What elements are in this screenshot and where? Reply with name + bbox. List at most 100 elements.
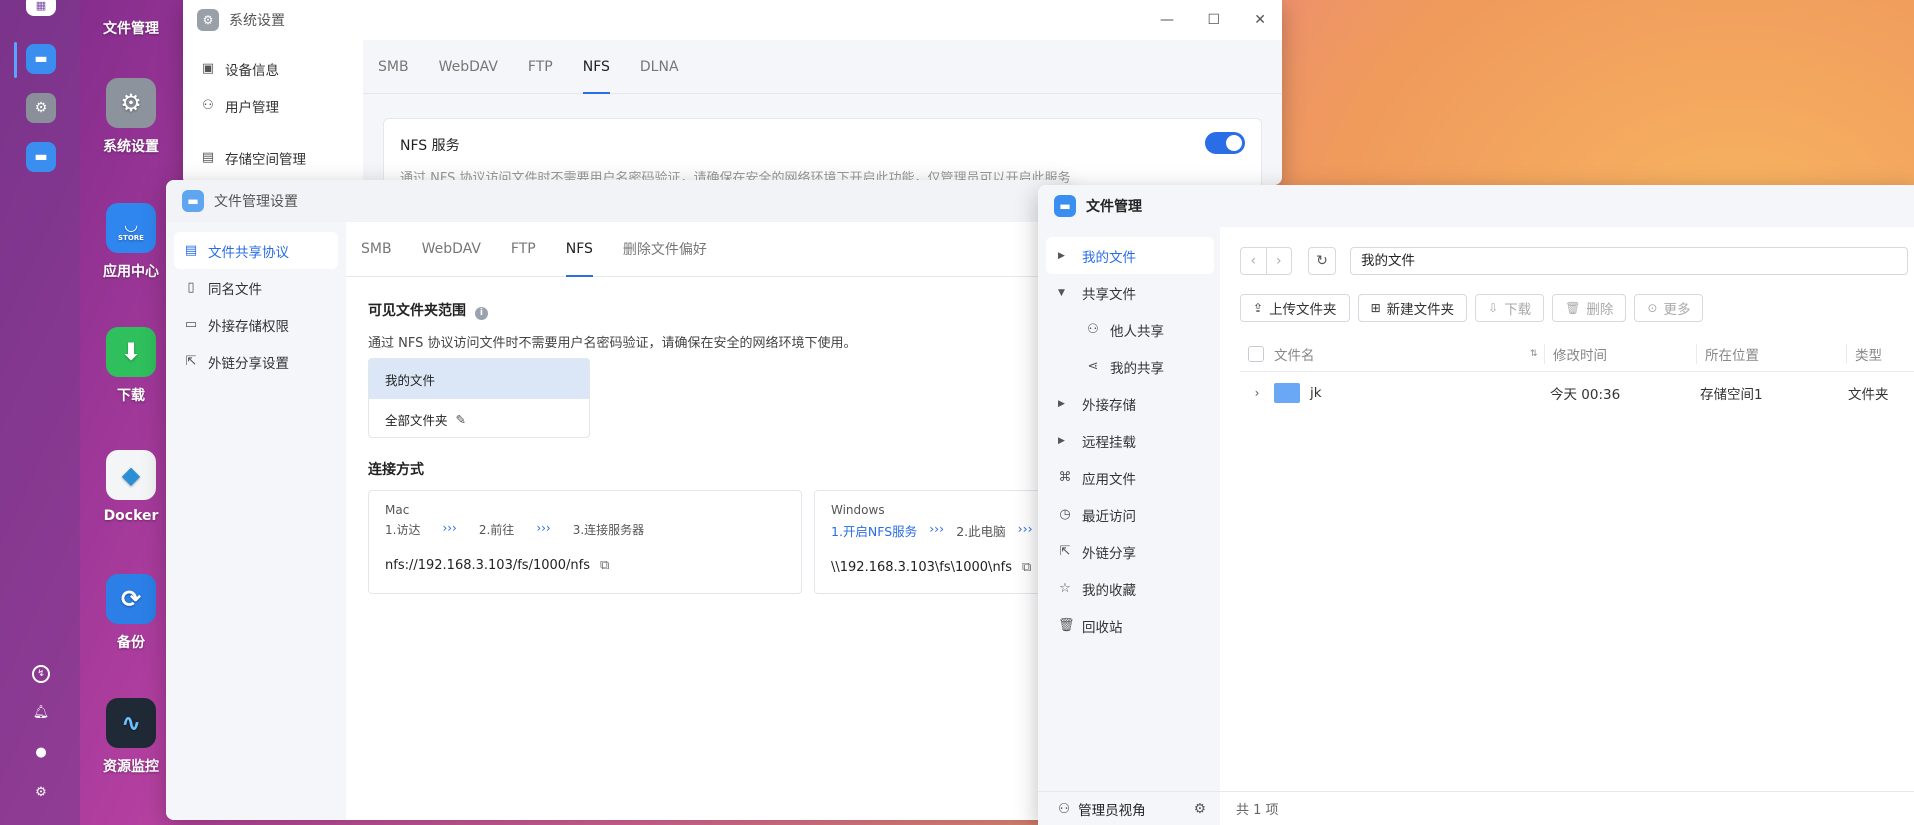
- sidebar-item-storage[interactable]: ▤ 存储空间管理: [183, 139, 361, 176]
- nfs-service-title: NFS 服务: [400, 138, 460, 154]
- nfs-service-card: NFS 服务 通过 NFS 协议访问文件时不需要用户名密码验证，请确保在安全的网…: [383, 118, 1262, 185]
- desktop-system-settings[interactable]: ⚙ 系统设置: [92, 78, 170, 156]
- desktop-backup[interactable]: ⟳ 备份: [92, 574, 170, 652]
- copy-icon[interactable]: ⧉: [600, 558, 609, 573]
- sidebar-item-users[interactable]: ⚇ 用户管理: [183, 87, 361, 124]
- title-bar: ▬ 文件管理: [1038, 185, 1914, 227]
- delete-button[interactable]: 🗑︎ 删除: [1552, 294, 1627, 322]
- widget-icon[interactable]: ↯: [32, 665, 50, 683]
- sidebar-label: 我的文件: [1082, 249, 1136, 266]
- mac-steps: 1.访达 ››› 2.前往 ››› 3.连接服务器: [385, 521, 785, 538]
- step-link[interactable]: 1.开启NFS服务: [831, 521, 917, 540]
- desktop-download[interactable]: ⬇ 下载: [92, 327, 170, 405]
- nfs-toggle[interactable]: [1205, 132, 1245, 154]
- tab-ftp[interactable]: FTP: [496, 222, 551, 276]
- sidebar-item-others-shared[interactable]: ⚇ 他人共享: [1046, 311, 1214, 348]
- folder-icon: [1274, 383, 1300, 403]
- forward-button[interactable]: ›: [1267, 248, 1292, 274]
- sidebar-item-link-share[interactable]: ⇱ 外链分享设置: [174, 343, 338, 380]
- refresh-button[interactable]: ↻: [1308, 247, 1336, 275]
- button-label: 删除: [1586, 302, 1614, 318]
- admin-view-label[interactable]: 管理员视角: [1078, 799, 1146, 819]
- sidebar-label: 远程挂载: [1082, 434, 1136, 451]
- visible-scope-desc: 通过 NFS 协议访问文件时不需要用户名密码验证，请确保在安全的网络环境下使用。: [368, 336, 857, 351]
- new-folder-button[interactable]: ⊞ 新建文件夹: [1357, 294, 1468, 322]
- os-label: Mac: [385, 503, 410, 517]
- tab-nfs[interactable]: NFS: [551, 222, 608, 277]
- edit-icon[interactable]: ✎: [456, 412, 466, 427]
- more-button[interactable]: ⊙ 更多: [1634, 294, 1704, 322]
- sidebar-item-external[interactable]: ▶ 外接存储: [1046, 385, 1214, 422]
- status-bar: 共 1 项: [1220, 791, 1914, 825]
- tab-ftp[interactable]: FTP: [513, 40, 568, 93]
- select-all-checkbox[interactable]: [1248, 345, 1264, 362]
- sidebar-label: 存储空间管理: [225, 151, 306, 168]
- folder-dock-icon[interactable]: ▬: [26, 44, 56, 74]
- desktop-docker[interactable]: ◆ Docker: [92, 450, 170, 524]
- file-manager-window: ▬ 文件管理 ▶ 我的文件 ▼ 共享文件 ⚇ 他人共享 ⋖ 我的共享 ▶ 外接存储 ▶ 远程…: [1038, 185, 1914, 825]
- sidebar-item-external-permission[interactable]: ▭ 外接存储权限: [174, 306, 338, 343]
- upload-folder-button[interactable]: ⇪ 上传文件夹: [1240, 294, 1350, 322]
- desktop-app-center[interactable]: ◡ STORE 应用中心: [92, 203, 170, 281]
- sidebar-item-trash[interactable]: 🗑︎ 回收站: [1046, 607, 1214, 644]
- column-type[interactable]: 类型: [1846, 343, 1882, 364]
- table-row[interactable]: › jk 今天 00:36 存储空间1 文件夹: [1240, 374, 1914, 412]
- path-input[interactable]: 我的文件: [1350, 247, 1908, 275]
- sidebar-item-same-name[interactable]: ▯ 同名文件: [174, 269, 338, 306]
- tab-webdav[interactable]: WebDAV: [407, 222, 496, 276]
- close-button[interactable]: ✕: [1254, 12, 1266, 28]
- sidebar-item-my-shared[interactable]: ⋖ 我的共享: [1046, 348, 1214, 385]
- apps-icon[interactable]: ▦: [26, 0, 56, 16]
- sidebar-item-recent[interactable]: ◷ 最近访问: [1046, 496, 1214, 533]
- column-name[interactable]: 文件名: [1274, 344, 1530, 364]
- settings-icon[interactable]: ⚙: [32, 783, 50, 801]
- tab-webdav[interactable]: WebDAV: [424, 40, 513, 93]
- scope-option-my-files[interactable]: 我的文件: [369, 359, 589, 399]
- tab-smb[interactable]: SMB: [346, 222, 407, 276]
- column-location[interactable]: 所在位置: [1696, 343, 1846, 364]
- download-button[interactable]: ⇩ 下载: [1475, 294, 1545, 322]
- sidebar-item-share-protocol[interactable]: ▤ 文件共享协议: [174, 232, 338, 269]
- desktop-resource-monitor[interactable]: ∿ 资源监控: [92, 698, 170, 776]
- scope-option-all-folders[interactable]: 全部文件夹 ✎: [369, 399, 589, 439]
- sidebar-item-remote[interactable]: ▶ 远程挂载: [1046, 422, 1214, 459]
- trash-icon: 🗑︎: [1565, 301, 1581, 315]
- sys-sidebar: ▣ 设备信息 ⚇ 用户管理 ▤ 存储空间管理: [183, 40, 361, 185]
- path-text: 我的文件: [1361, 253, 1415, 269]
- download-icon: ⬇: [106, 327, 156, 377]
- tab-dlna[interactable]: DLNA: [625, 40, 694, 93]
- gear-dock-icon[interactable]: ⚙: [26, 93, 56, 123]
- column-modified[interactable]: 修改时间: [1544, 343, 1696, 364]
- button-label: 上传文件夹: [1269, 302, 1337, 318]
- filesettings-dock-icon[interactable]: ▬: [26, 142, 56, 172]
- desktop-file-manager[interactable]: 文件管理: [92, 18, 170, 38]
- bell-icon[interactable]: 🔔︎: [32, 703, 50, 721]
- chevron-right-icon[interactable]: ›: [1240, 386, 1274, 400]
- path-text: \\192.168.3.103\fs\1000\nfs: [831, 560, 1013, 575]
- back-button[interactable]: ‹: [1241, 248, 1267, 274]
- file-location: 存储空间1: [1700, 387, 1763, 403]
- gear-icon[interactable]: ⚙: [1194, 801, 1206, 817]
- sidebar-label: 最近访问: [1082, 508, 1136, 525]
- tab-delete-preference[interactable]: 删除文件偏好: [608, 222, 722, 276]
- sidebar-label: 外接存储权限: [208, 318, 289, 335]
- minimize-button[interactable]: —: [1160, 12, 1174, 28]
- info-icon[interactable]: i: [474, 307, 488, 320]
- upload-icon: ⇪: [1253, 301, 1264, 315]
- sidebar-item-link-share[interactable]: ⇱ 外链分享: [1046, 533, 1214, 570]
- user-icon[interactable]: ●: [32, 743, 50, 761]
- sidebar-item-favorites[interactable]: ☆ 我的收藏: [1046, 570, 1214, 607]
- windows-steps: 1.开启NFS服务››› 2.此电脑››› 3: [831, 521, 1066, 540]
- tab-nfs[interactable]: NFS: [568, 40, 625, 94]
- tab-smb[interactable]: SMB: [363, 40, 424, 93]
- sidebar-item-shared[interactable]: ▼ 共享文件: [1046, 274, 1214, 311]
- file-type: 文件夹: [1848, 387, 1889, 403]
- copy-icon[interactable]: ⧉: [1022, 560, 1031, 575]
- sidebar-label: 我的共享: [1110, 360, 1164, 377]
- maximize-button[interactable]: ☐: [1207, 12, 1220, 28]
- section-title: 可见文件夹范围: [368, 303, 466, 319]
- sidebar-item-my-files[interactable]: ▶ 我的文件: [1046, 237, 1214, 274]
- sidebar-item-app-files[interactable]: ⌘ 应用文件: [1046, 459, 1214, 496]
- sidebar-item-device-info[interactable]: ▣ 设备信息: [183, 50, 361, 87]
- sort-icon[interactable]: ⇅: [1530, 349, 1544, 359]
